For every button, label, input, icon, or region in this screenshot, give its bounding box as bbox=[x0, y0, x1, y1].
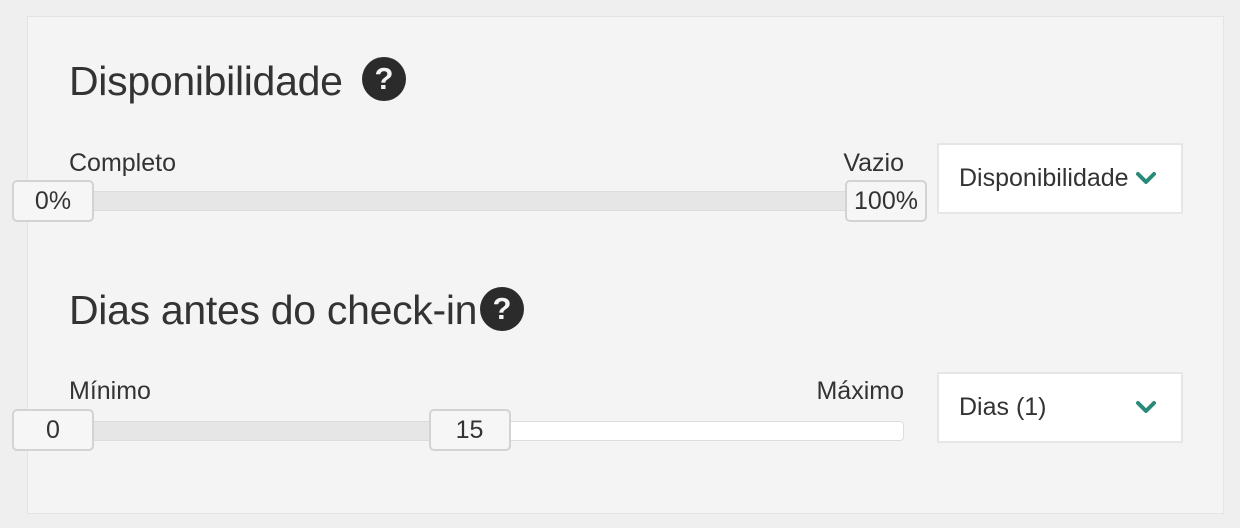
days-slider-range bbox=[54, 422, 471, 440]
days-title: Dias antes do check-in bbox=[69, 287, 478, 333]
days-right-label: Máximo bbox=[816, 377, 904, 405]
days-section: Dias antes do check-in ? Mínimo Máximo 0… bbox=[0, 0, 1240, 451]
days-select-value: Dias (1) bbox=[959, 393, 1047, 421]
question-circle-icon[interactable]: ? bbox=[480, 287, 524, 331]
days-select[interactable]: Dias (1) bbox=[937, 372, 1183, 443]
days-left-label: Mínimo bbox=[69, 377, 151, 405]
days-max-handle[interactable]: 15 bbox=[428, 409, 511, 451]
chevron-down-icon bbox=[1136, 401, 1156, 413]
days-min-handle[interactable]: 0 bbox=[12, 409, 94, 451]
